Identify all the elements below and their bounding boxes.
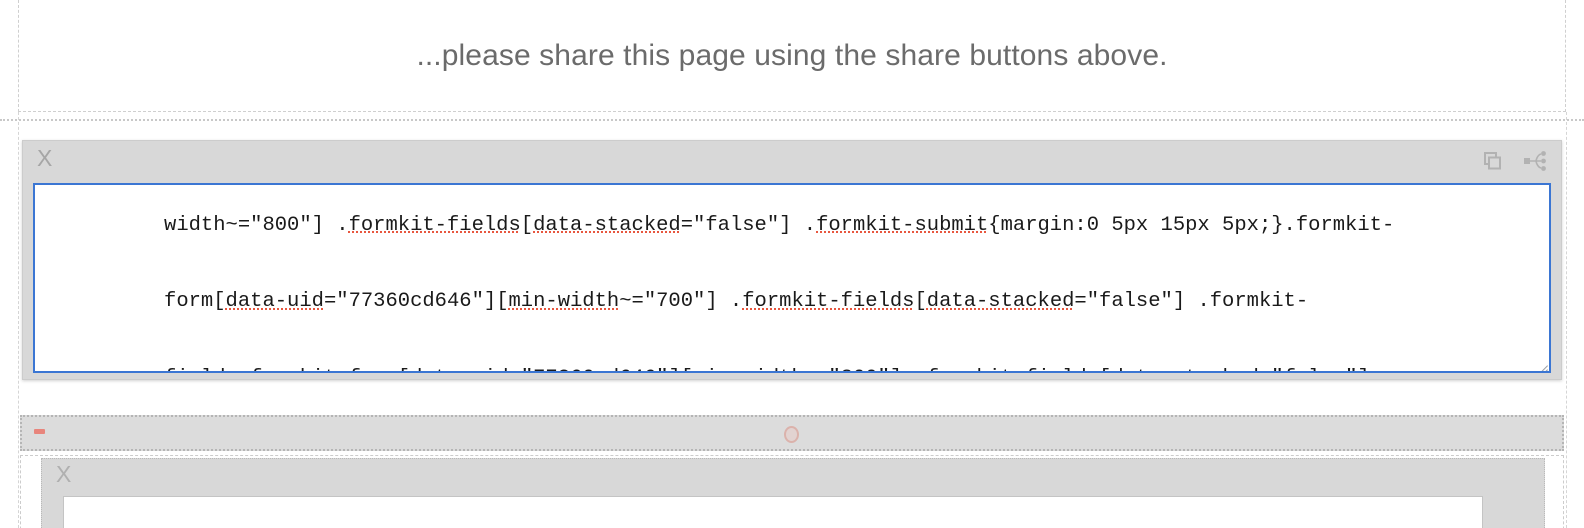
share-text-block: ...please share this page using the shar… xyxy=(18,0,1566,112)
code-line: form[data-uid="77360cd646"][min-width~="… xyxy=(164,290,1309,314)
editor-page: ...please share this page using the shar… xyxy=(0,0,1584,528)
close-icon[interactable]: X xyxy=(56,463,71,486)
code-module-secondary: X <!-- TOP PROMO SPOT --> xyxy=(20,455,1564,528)
code-textarea-secondary[interactable]: <!-- TOP PROMO SPOT --> xyxy=(63,496,1483,528)
code-textarea[interactable]: width~="800"] .formkit-fields[data-stack… xyxy=(33,183,1551,373)
branch-icon[interactable] xyxy=(1523,149,1549,173)
minus-icon[interactable] xyxy=(34,429,45,434)
module-toolbar-secondary: X xyxy=(42,459,1544,501)
circle-icon[interactable] xyxy=(784,426,799,443)
share-text-container: ...please share this page using the shar… xyxy=(19,0,1565,111)
toolbar-icon-group xyxy=(1479,149,1549,173)
section-divider xyxy=(0,118,1584,121)
page-guide-right xyxy=(1566,112,1567,528)
code-editor-wrapper: width~="800"] .formkit-fields[data-stack… xyxy=(33,183,1551,373)
module-divider-strip[interactable] xyxy=(20,415,1564,451)
module-toolbar: X xyxy=(23,141,1561,185)
duplicate-icon[interactable] xyxy=(1479,149,1505,173)
code-module-primary: X width~="800"] .formkit-fields[data-sta… xyxy=(22,140,1562,380)
code-line: width~="800"] .formkit-fields[data-stack… xyxy=(164,213,1395,237)
close-icon[interactable]: X xyxy=(37,147,52,170)
code-line: field,.formkit-form[data-uid="77360cd646… xyxy=(41,341,1543,371)
code-line: <!-- TOP PROMO SPOT --> xyxy=(72,505,1476,528)
resize-handle[interactable] xyxy=(1534,356,1548,370)
page-guide-left xyxy=(18,112,19,528)
share-text: ...please share this page using the shar… xyxy=(416,38,1168,72)
